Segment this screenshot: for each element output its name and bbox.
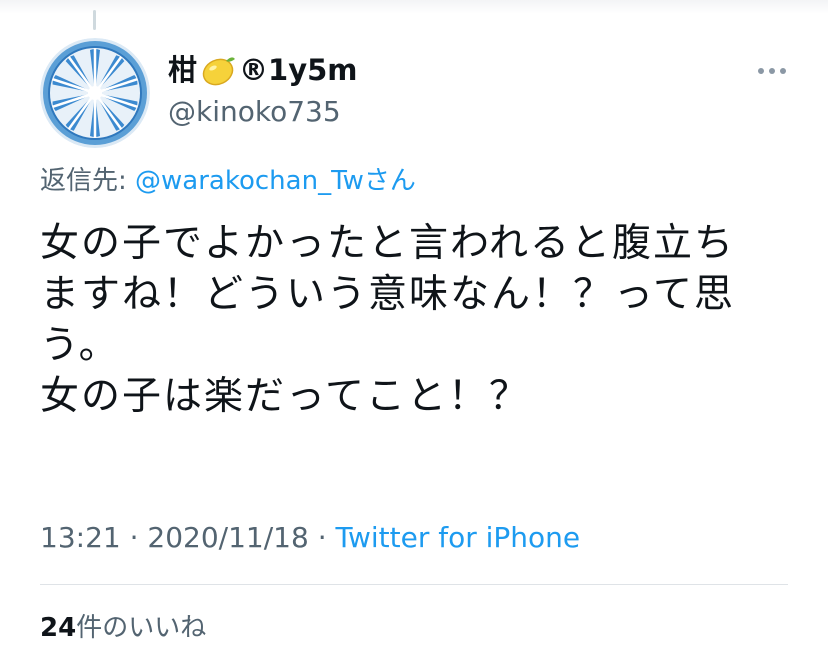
mention-suffix: さん [363, 166, 416, 196]
reply-to-line: 返信先: @warakochan_Twさん [40, 163, 416, 199]
tweet-body: 女の子でよかったと言われると腹立ち ますね！どういう意味なん！？って思 う。 女… [40, 218, 800, 422]
author-display-name[interactable]: 柑 ®1y5m [168, 50, 358, 90]
author-handle[interactable]: @kinoko735 [168, 94, 341, 130]
tweet-date: 2020/11/18 [147, 521, 309, 554]
tweet-source-link[interactable]: Twitter for iPhone [336, 521, 581, 554]
top-fade [0, 0, 828, 14]
more-dot-icon [758, 68, 764, 74]
meta-separator: · [308, 521, 336, 554]
thread-connector-line [93, 10, 96, 30]
display-name-text: 柑 [168, 53, 198, 87]
tweet-time: 13:21 [40, 521, 121, 554]
display-name-suffix: ®1y5m [239, 53, 358, 87]
avatar[interactable] [40, 38, 150, 148]
more-dot-icon [780, 68, 786, 74]
reply-to-prefix: 返信先: [40, 166, 136, 196]
divider [40, 584, 788, 585]
tweet-text-line: 女の子は楽だってこと！？ [40, 374, 531, 419]
citrus-slice-icon [40, 38, 150, 148]
tweet-metadata: 13:21 · 2020/11/18 · Twitter for iPhone [40, 518, 580, 558]
tweet-text-line: 女の子でよかったと言われると腹立ち [40, 221, 736, 266]
mention-handle: @warakochan_Tw [135, 166, 364, 196]
more-options-button[interactable] [752, 58, 792, 84]
lemon-emoji-icon [199, 53, 237, 87]
more-dot-icon [769, 68, 775, 74]
reply-mention-link[interactable]: @warakochan_Twさん [135, 166, 416, 196]
meta-separator: · [120, 521, 148, 554]
tweet-text-line: ますね！どういう意味なん！？って思 [40, 272, 736, 317]
tweet-text-line: う。 [40, 323, 120, 368]
likes-stat[interactable]: 24件のいいね [40, 610, 206, 646]
likes-count: 24 [40, 613, 77, 643]
likes-label: 件のいいね [76, 613, 207, 643]
